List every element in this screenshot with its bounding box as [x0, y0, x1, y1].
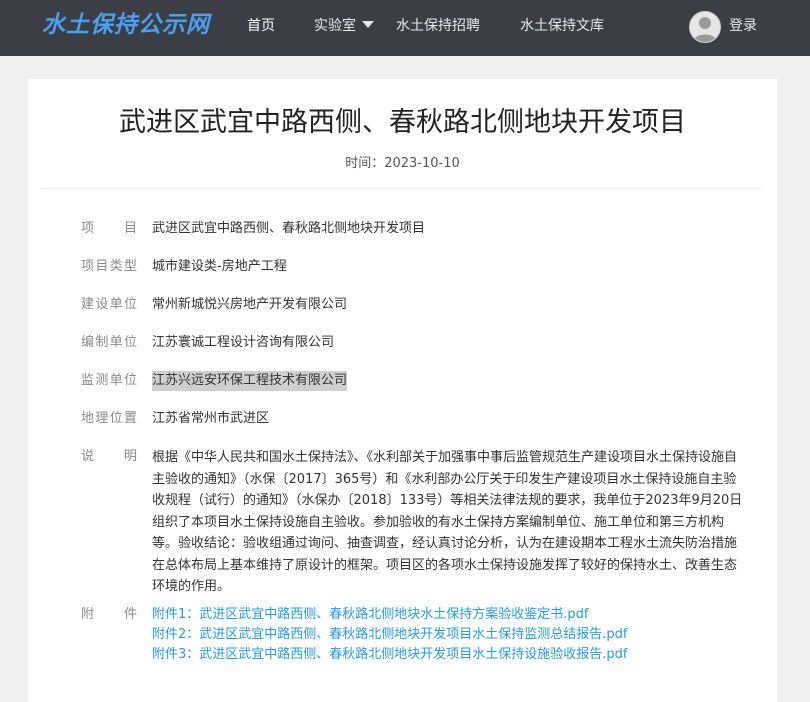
publish-time: 时间：2023-10-10	[345, 156, 460, 171]
page-title: 武进区武宜中路西侧、春秋路北侧地块开发项目	[119, 107, 686, 138]
attachment-link-1[interactable]: 附件1：武进区武宜中路西侧、春秋路北侧地块水土保持方案验收鉴定书.pdf	[152, 605, 588, 625]
divider	[42, 188, 762, 189]
field-value-builder: 常州新城悦兴房地产开发有限公司	[152, 297, 348, 312]
nav-lab-label: 实验室	[314, 18, 356, 34]
article-card: 武进区武宜中路西侧、春秋路北侧地块开发项目 时间：2023-10-10 项目 武…	[28, 79, 777, 702]
description-text: 根据《中华人民共和国水土保持法》、《水利部关于加强事中事后监管规范生产建设项目水…	[152, 450, 743, 594]
field-label-type: 项目类型	[81, 259, 137, 274]
user-avatar-icon[interactable]	[689, 11, 721, 43]
field-label-project: 项目	[81, 221, 137, 236]
field-label-editor: 编制单位	[81, 335, 137, 350]
nav-lab[interactable]: 实验室	[314, 16, 374, 36]
attachment-link-2[interactable]: 附件2：武进区武宜中路西侧、春秋路北侧地块开发项目水土保持监测总结报告.pdf	[152, 625, 628, 645]
field-label-description: 说明	[81, 449, 137, 464]
field-label-location: 地理位置	[81, 411, 137, 426]
field-value-monitor: 江苏兴远安环保工程技术有限公司	[152, 371, 348, 391]
field-label-attachments: 附件	[81, 607, 137, 622]
field-label-monitor: 监测单位	[81, 373, 137, 388]
field-value-project: 武进区武宜中路西侧、春秋路北侧地块开发项目	[152, 221, 426, 236]
top-navbar: 水土保持公示网 首页 实验室 水土保持招聘 水土保持文库 登录	[0, 0, 810, 56]
login-link[interactable]: 登录	[729, 16, 757, 36]
nav-jobs[interactable]: 水土保持招聘	[396, 16, 480, 36]
nav-home[interactable]: 首页	[247, 16, 275, 36]
field-value-type: 城市建设类-房地产工程	[152, 259, 287, 274]
field-value-editor: 江苏寰诚工程设计咨询有限公司	[152, 335, 335, 350]
nav-library[interactable]: 水土保持文库	[520, 16, 604, 36]
site-logo[interactable]: 水土保持公示网	[42, 10, 210, 40]
caret-down-icon	[362, 21, 374, 28]
field-value-location: 江苏省常州市武进区	[152, 411, 270, 426]
attachment-link-3[interactable]: 附件3：武进区武宜中路西侧、春秋路北侧地块开发项目水土保持设施验收报告.pdf	[152, 645, 628, 665]
field-label-builder: 建设单位	[81, 297, 137, 312]
